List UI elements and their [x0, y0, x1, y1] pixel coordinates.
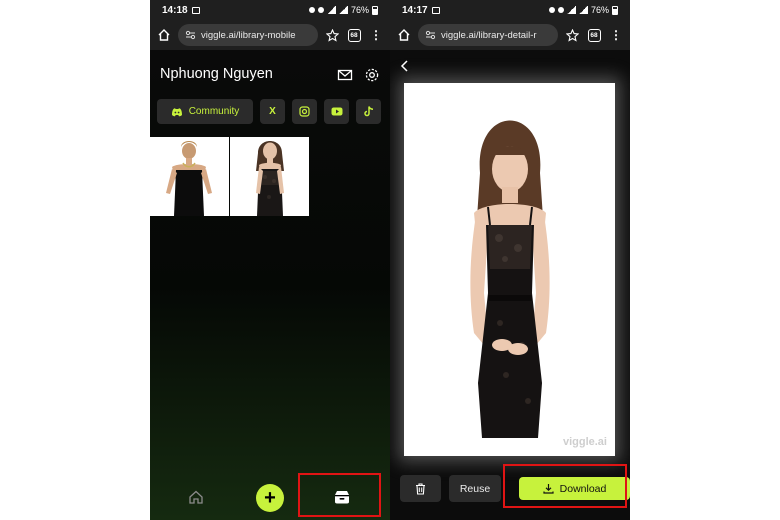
status-indicators: 76% — [548, 5, 618, 15]
status-indicators: 76% — [308, 5, 378, 15]
battery-icon — [372, 5, 378, 15]
browser-toolbar: viggle.ai/library-detail-r 68 ⋮ — [390, 20, 630, 50]
browser-toolbar: viggle.ai/library-mobile 68 ⋮ — [150, 20, 390, 50]
gallery-notification-icon — [191, 6, 200, 14]
x-icon: X — [269, 106, 276, 117]
tiktok-button[interactable] — [356, 99, 381, 124]
heart-icon — [548, 7, 555, 13]
signal-icon — [566, 6, 576, 14]
discord-icon — [171, 107, 182, 116]
thumbnail-image — [230, 137, 309, 216]
signal-icon-2 — [578, 6, 588, 14]
address-bar[interactable]: viggle.ai/library-mobile — [178, 24, 318, 46]
library-thumbnail-1[interactable] — [150, 137, 229, 216]
instagram-button[interactable] — [292, 99, 317, 124]
url-text: viggle.ai/library-mobile — [201, 29, 296, 41]
trash-icon — [416, 482, 425, 495]
community-button[interactable]: Community — [157, 99, 253, 124]
url-text: viggle.ai/library-detail-r — [441, 29, 537, 41]
alarm-icon — [317, 7, 324, 13]
site-settings-icon[interactable] — [185, 30, 196, 40]
reuse-button[interactable]: Reuse — [449, 475, 501, 502]
highlight-download-button — [503, 464, 627, 508]
status-time: 14:17 — [402, 4, 428, 16]
battery-percent: 76% — [350, 5, 369, 15]
user-name: Nphuong Nguyen — [160, 66, 273, 82]
tab-count: 68 — [587, 28, 601, 42]
phone-library-screen: 14:18 76% viggle.ai/library-mobile 68 ⋮ … — [150, 0, 390, 520]
youtube-icon — [331, 107, 342, 116]
signal-icon-2 — [338, 6, 348, 14]
gallery-notification-icon — [431, 6, 440, 14]
back-icon[interactable] — [398, 59, 412, 73]
address-bar[interactable]: viggle.ai/library-detail-r — [418, 24, 558, 46]
site-settings-icon[interactable] — [425, 30, 436, 40]
star-icon[interactable] — [324, 27, 340, 43]
more-icon[interactable]: ⋮ — [368, 27, 384, 43]
alarm-icon — [557, 7, 564, 13]
signal-icon — [326, 6, 336, 14]
status-bar: 14:18 76% — [150, 0, 390, 20]
social-links: Community X — [157, 99, 381, 124]
x-button[interactable]: X — [260, 99, 285, 124]
status-time: 14:18 — [162, 4, 188, 16]
home-icon[interactable] — [156, 27, 172, 43]
delete-button[interactable] — [400, 475, 441, 502]
heart-icon — [308, 7, 315, 13]
library-thumbnail-2[interactable] — [230, 137, 309, 216]
battery-percent: 76% — [590, 5, 609, 15]
page: 14:18 76% viggle.ai/library-mobile 68 ⋮ … — [0, 0, 780, 520]
youtube-button[interactable] — [324, 99, 349, 124]
home-nav-icon[interactable] — [188, 489, 204, 505]
tab-switcher[interactable]: 68 — [586, 27, 602, 43]
add-button[interactable]: + — [256, 484, 284, 512]
star-icon[interactable] — [564, 27, 580, 43]
reuse-label: Reuse — [459, 482, 491, 495]
instagram-icon — [299, 106, 310, 117]
preview-image — [404, 83, 615, 456]
thumbnail-image — [150, 137, 229, 216]
battery-icon — [612, 5, 618, 15]
community-label: Community — [188, 106, 240, 117]
highlight-library-tab — [298, 473, 381, 517]
plus-icon: + — [264, 487, 276, 509]
tab-count: 68 — [347, 28, 361, 42]
watermark: viggle.ai — [562, 436, 607, 448]
video-preview[interactable]: viggle.ai — [404, 83, 615, 456]
status-bar: 14:17 76% — [390, 0, 630, 20]
more-icon[interactable]: ⋮ — [608, 27, 624, 43]
gear-icon[interactable] — [364, 67, 380, 83]
phone-detail-screen: 14:17 76% viggle.ai/library-detail-r 68 … — [390, 0, 630, 520]
mail-icon[interactable] — [337, 67, 353, 83]
tiktok-icon — [363, 106, 373, 117]
tab-switcher[interactable]: 68 — [346, 27, 362, 43]
home-icon[interactable] — [396, 27, 412, 43]
